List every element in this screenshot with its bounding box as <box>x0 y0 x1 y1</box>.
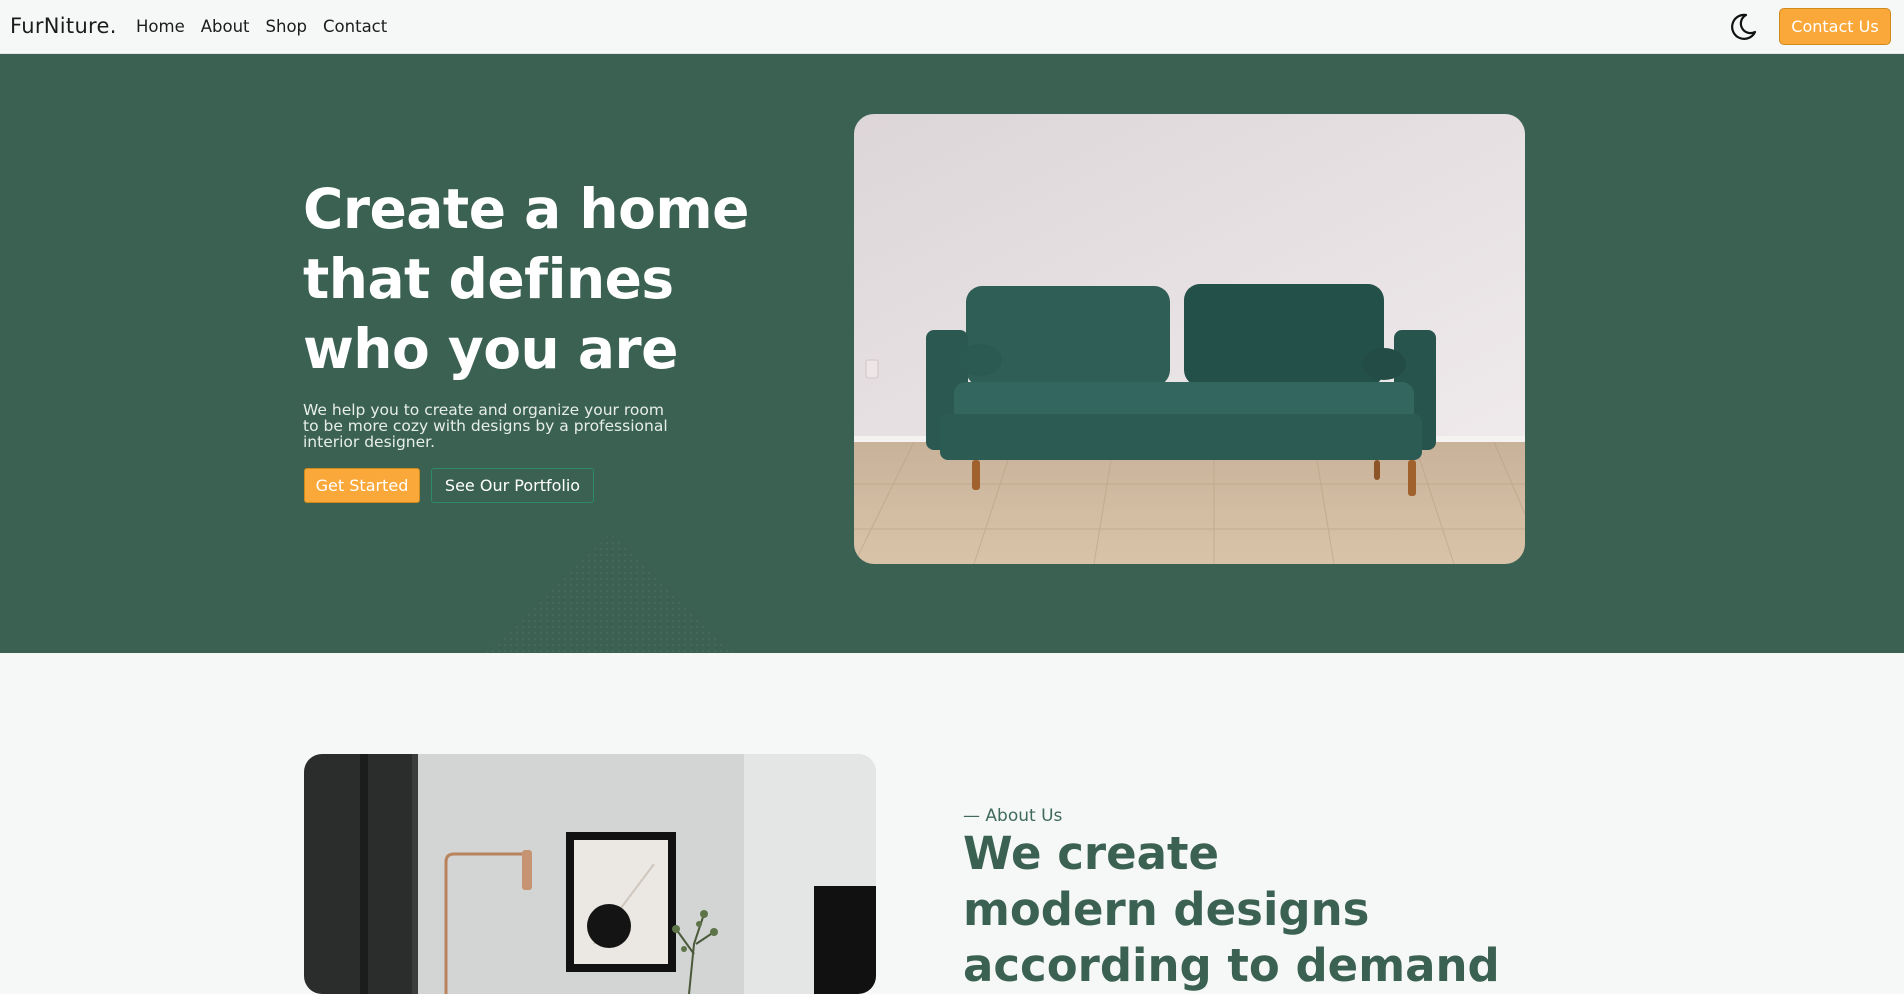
moon-icon[interactable] <box>1728 12 1758 42</box>
contact-us-button[interactable]: Contact Us <box>1779 8 1891 45</box>
get-started-button[interactable]: Get Started <box>304 468 420 503</box>
hero-description: We help you to create and organize your … <box>303 402 673 450</box>
hero-description-line: to be more cozy with designs by a profes… <box>303 417 668 435</box>
about-title: We create modern designs according to de… <box>963 826 1563 994</box>
nav-link-shop[interactable]: Shop <box>266 17 308 36</box>
interior-image <box>304 754 876 994</box>
about-title-line: according to demand <box>963 939 1500 992</box>
sofa-image <box>854 114 1525 564</box>
hero-title-line: who you are <box>303 317 678 381</box>
nav-link-contact[interactable]: Contact <box>323 17 387 36</box>
hero-title-line: that defines <box>303 247 674 311</box>
about-section-label: — About Us <box>963 806 1063 826</box>
nav-link-home[interactable]: Home <box>136 17 185 36</box>
about-title-line: We create <box>963 827 1220 880</box>
hero-title: Create a home that defines who you are <box>303 174 783 384</box>
hero-description-line: We help you to create and organize your … <box>303 401 664 419</box>
brand-logo[interactable]: FurNiture. <box>10 14 117 38</box>
see-portfolio-button[interactable]: See Our Portfolio <box>431 468 594 503</box>
about-title-line: modern designs <box>963 883 1370 936</box>
navbar: FurNiture. Home About Shop Contact Conta… <box>0 0 1904 54</box>
nav-link-about[interactable]: About <box>201 17 250 36</box>
nav-links: Home About Shop Contact <box>136 17 403 36</box>
hero-description-line: interior designer. <box>303 433 436 451</box>
hero-section: Create a home that defines who you are W… <box>0 54 1904 653</box>
hero-dot-pattern <box>400 534 820 653</box>
hero-title-line: Create a home <box>303 177 749 241</box>
